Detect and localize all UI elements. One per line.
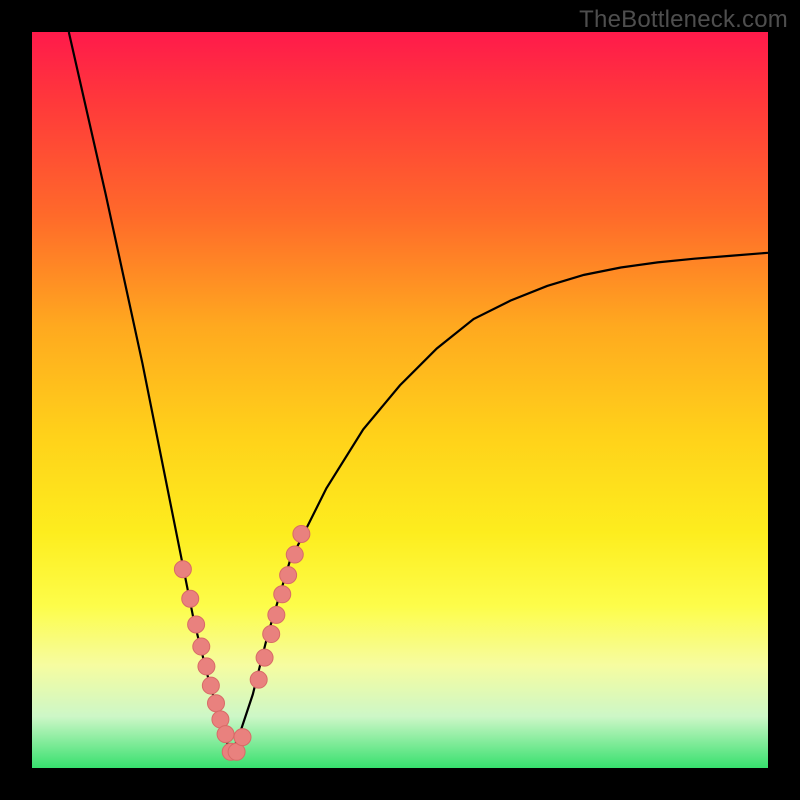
marker-point [174, 561, 191, 578]
marker-point [286, 546, 303, 563]
marker-point [293, 525, 310, 542]
marker-point [188, 616, 205, 633]
curve-layer [32, 32, 768, 768]
marker-point [263, 626, 280, 643]
plot-area [32, 32, 768, 768]
marker-point [208, 695, 225, 712]
marker-point [274, 586, 291, 603]
bottleneck-curve [69, 32, 768, 753]
marker-point [234, 729, 251, 746]
marker-point [250, 671, 267, 688]
watermark-text: TheBottleneck.com [579, 6, 788, 34]
marker-point [217, 726, 234, 743]
marker-point [280, 567, 297, 584]
marker-point [268, 606, 285, 623]
marker-point [256, 649, 273, 666]
marker-point [193, 638, 210, 655]
marker-point [182, 590, 199, 607]
chart-frame: TheBottleneck.com [0, 0, 800, 800]
marker-point [198, 658, 215, 675]
marker-point [202, 677, 219, 694]
